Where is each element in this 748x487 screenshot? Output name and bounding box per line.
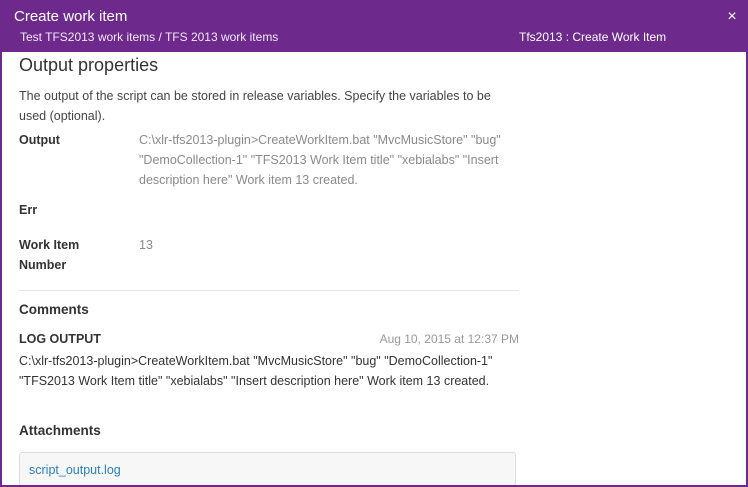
- attachments-title: Attachments: [19, 423, 101, 438]
- dialog-header: Create work item Test TFS2013 work items…: [2, 0, 746, 52]
- task-type-label: Tfs2013 : Create Work Item: [519, 30, 667, 44]
- comment-date: Aug 10, 2015 at 12:37 PM: [379, 332, 519, 346]
- output-value: C:\xlr-tfs2013-plugin>CreateWorkItem.bat…: [139, 133, 501, 187]
- output-properties-title: Output properties: [19, 55, 159, 75]
- comment-text: C:\xlr-tfs2013-plugin>CreateWorkItem.bat…: [19, 354, 493, 388]
- work-item-number-value: 13: [139, 238, 153, 252]
- attachment-link[interactable]: script_output.log: [29, 463, 121, 477]
- comment-author: LOG OUTPUT: [19, 332, 101, 346]
- attachment-item: script_output.log: [19, 452, 516, 485]
- err-label: Err: [19, 203, 38, 217]
- breadcrumb: Test TFS2013 work items / TFS 2013 work …: [20, 30, 279, 44]
- close-icon[interactable]: ×: [724, 9, 740, 25]
- work-item-number-label: Work Item Number: [19, 238, 80, 272]
- output-properties-description: The output of the script can be stored i…: [19, 89, 491, 123]
- comments-title: Comments: [19, 302, 89, 317]
- output-label: Output: [19, 133, 60, 147]
- create-work-item-dialog: Create work item Test TFS2013 work items…: [0, 0, 748, 487]
- divider: [19, 290, 519, 291]
- dialog-title: Create work item: [14, 8, 128, 25]
